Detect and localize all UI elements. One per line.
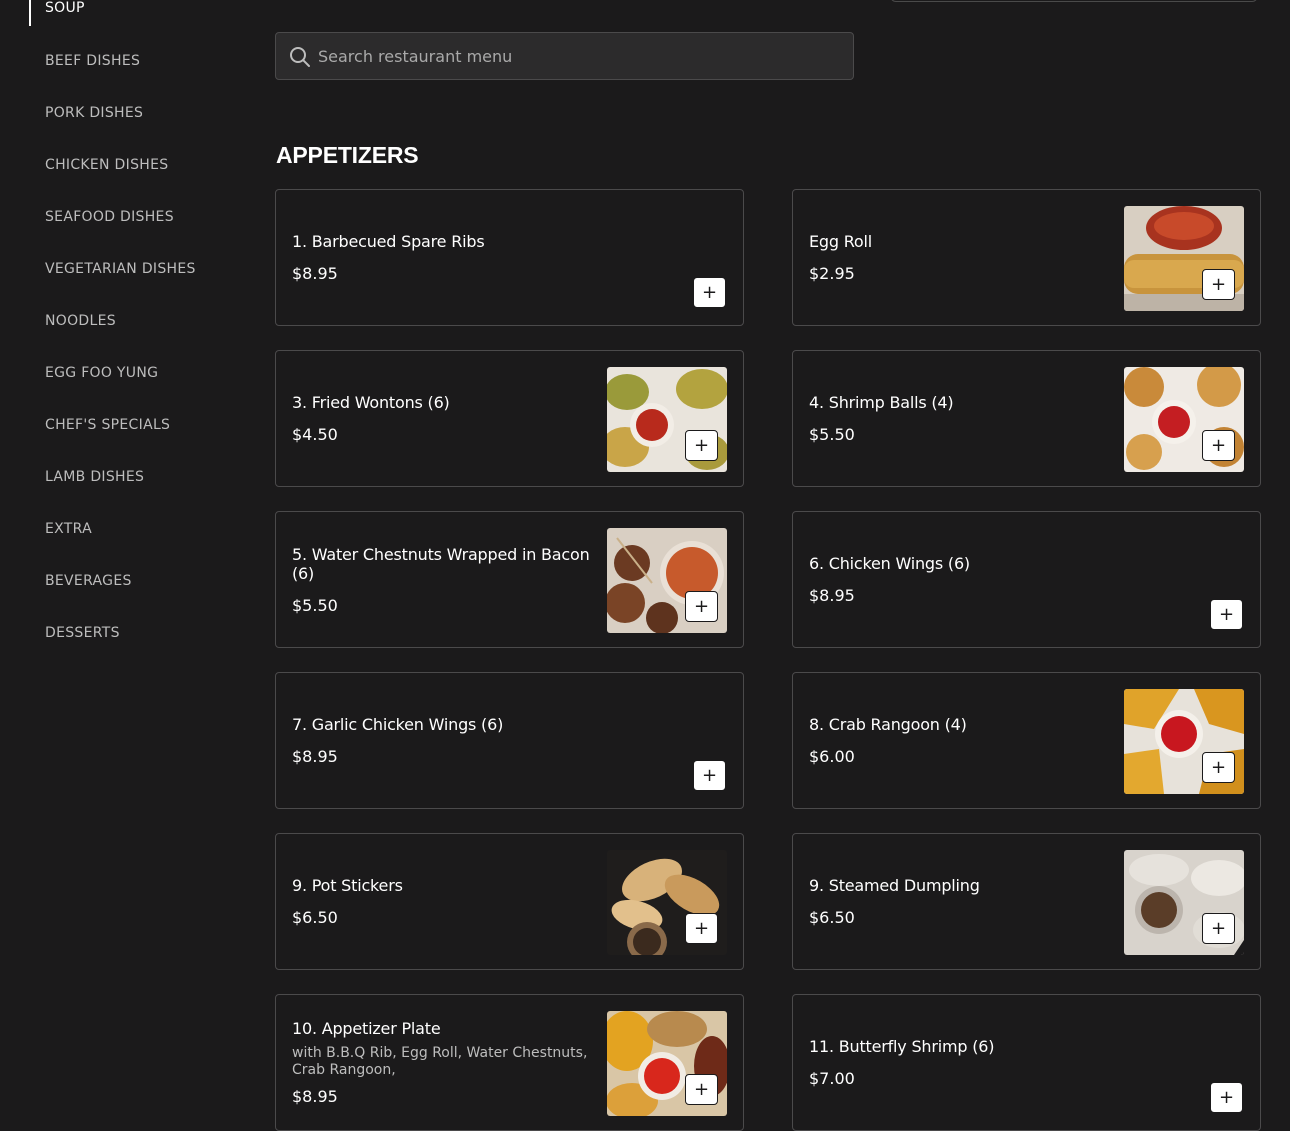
add-item-button[interactable]: +: [693, 760, 726, 791]
search-box: [275, 32, 854, 80]
menu-item-card[interactable]: 3. Fried Wontons (6) $4.50 +: [275, 350, 744, 487]
add-item-button[interactable]: +: [685, 430, 718, 461]
menu-item-card[interactable]: Egg Roll $2.95 +: [792, 189, 1261, 326]
sidebar-item-egg-foo-yung[interactable]: EGG FOO YUNG: [45, 365, 158, 381]
menu-item-info: 1. Barbecued Spare Ribs $8.95: [292, 190, 712, 325]
menu-item-name: 1. Barbecued Spare Ribs: [292, 232, 485, 251]
menu-item-info: 11. Butterfly Shrimp (6) $7.00: [809, 995, 1229, 1130]
menu-item-card[interactable]: 7. Garlic Chicken Wings (6) $8.95 +: [275, 672, 744, 809]
menu-item-name: 3. Fried Wontons (6): [292, 393, 450, 412]
menu-item-price: $6.50: [809, 908, 855, 927]
menu-item-info: 3. Fried Wontons (6) $4.50: [292, 351, 592, 486]
menu-item-card[interactable]: 4. Shrimp Balls (4) $5.50 +: [792, 350, 1261, 487]
sidebar-item-chefs-specials[interactable]: CHEF'S SPECIALS: [45, 417, 170, 433]
menu-item-info: 4. Shrimp Balls (4) $5.50: [809, 351, 1109, 486]
add-item-button[interactable]: +: [685, 1074, 718, 1105]
menu-item-name: 9. Pot Stickers: [292, 876, 403, 895]
sidebar-item-extra[interactable]: EXTRA: [45, 521, 92, 537]
menu-item-price: $8.95: [809, 586, 855, 605]
menu-item-name: 4. Shrimp Balls (4): [809, 393, 954, 412]
menu-item-name: 11. Butterfly Shrimp (6): [809, 1037, 995, 1056]
menu-item-info: 9. Steamed Dumpling $6.50: [809, 834, 1109, 969]
sidebar-item-desserts[interactable]: DESSERTS: [45, 625, 120, 641]
sidebar-item-lamb-dishes[interactable]: LAMB DISHES: [45, 469, 144, 485]
menu-item-description: with B.B.Q Rib, Egg Roll, Water Chestnut…: [292, 1045, 588, 1078]
menu-item-info: 9. Pot Stickers $6.50: [292, 834, 592, 969]
search-input[interactable]: [318, 33, 843, 79]
menu-item-info: 7. Garlic Chicken Wings (6) $8.95: [292, 673, 712, 808]
add-item-button[interactable]: +: [1202, 913, 1235, 944]
search-icon: [290, 47, 310, 67]
add-item-button[interactable]: +: [1202, 752, 1235, 783]
menu-item-card[interactable]: 11. Butterfly Shrimp (6) $7.00 +: [792, 994, 1261, 1131]
menu-item-price: $8.95: [292, 1087, 338, 1106]
section-title: APPETIZERS: [276, 142, 419, 168]
menu-item-info: Egg Roll $2.95: [809, 190, 1109, 325]
menu-item-price: $2.95: [809, 264, 855, 283]
sidebar-item-soup[interactable]: SOUP: [45, 0, 85, 16]
sidebar-item-beverages[interactable]: BEVERAGES: [45, 573, 132, 589]
add-item-button[interactable]: +: [1202, 430, 1235, 461]
sidebar-item-pork-dishes[interactable]: PORK DISHES: [45, 105, 143, 121]
menu-item-price: $5.50: [292, 595, 338, 615]
menu-item-info: 6. Chicken Wings (6) $8.95: [809, 512, 1229, 647]
menu-item-price: $6.50: [292, 908, 338, 927]
sidebar-item-chicken-dishes[interactable]: CHICKEN DISHES: [45, 157, 168, 173]
sidebar-item-noodles[interactable]: NOODLES: [45, 313, 116, 329]
sidebar-item-seafood-dishes[interactable]: SEAFOOD DISHES: [45, 209, 174, 225]
menu-item-price: $5.50: [809, 425, 855, 444]
add-item-button[interactable]: +: [1202, 269, 1235, 300]
add-item-button[interactable]: +: [685, 913, 718, 944]
menu-item-name: 6. Chicken Wings (6): [809, 554, 970, 573]
sidebar-item-beef-dishes[interactable]: BEEF DISHES: [45, 53, 140, 69]
menu-item-name: 7. Garlic Chicken Wings (6): [292, 715, 504, 734]
add-item-button[interactable]: +: [685, 591, 718, 622]
menu-item-price: $7.00: [809, 1069, 855, 1088]
menu-item-card[interactable]: 9. Steamed Dumpling $6.50 +: [792, 833, 1261, 970]
add-item-button[interactable]: +: [693, 277, 726, 308]
menu-item-card[interactable]: 1. Barbecued Spare Ribs $8.95 +: [275, 189, 744, 326]
menu-item-card[interactable]: 8. Crab Rangoon (4) $6.00 +: [792, 672, 1261, 809]
add-item-button[interactable]: +: [1210, 599, 1243, 630]
menu-item-name: 9. Steamed Dumpling: [809, 876, 980, 895]
active-indicator: [29, 0, 31, 26]
menu-item-card[interactable]: 5. Water Chestnuts Wrapped in Bacon (6) …: [275, 511, 744, 648]
menu-item-name: 8. Crab Rangoon (4): [809, 715, 967, 734]
sidebar-item-vegetarian-dishes[interactable]: VEGETARIAN DISHES: [45, 261, 196, 277]
menu-item-price: $8.95: [292, 747, 338, 766]
add-item-button[interactable]: +: [1210, 1082, 1243, 1113]
menu-item-name: 10. Appetizer Plate: [292, 1019, 441, 1038]
menu-item-info: 8. Crab Rangoon (4) $6.00: [809, 673, 1109, 808]
menu-item-info: 10. Appetizer Plate with B.B.Q Rib, Egg …: [292, 995, 597, 1130]
menu-item-card[interactable]: 9. Pot Stickers $6.50 +: [275, 833, 744, 970]
menu-item-price: $8.95: [292, 264, 338, 283]
category-sidebar: SOUP BEEF DISHES PORK DISHES CHICKEN DIS…: [0, 0, 240, 1118]
menu-item-name: 5. Water Chestnuts Wrapped in Bacon (6): [292, 544, 590, 583]
top-dropdown[interactable]: [890, 0, 1258, 2]
menu-item-price: $4.50: [292, 425, 338, 444]
menu-item-card[interactable]: 10. Appetizer Plate with B.B.Q Rib, Egg …: [275, 994, 744, 1131]
menu-item-price: $6.00: [809, 747, 855, 766]
menu-item-name: Egg Roll: [809, 232, 872, 251]
menu-item-card[interactable]: 6. Chicken Wings (6) $8.95 +: [792, 511, 1261, 648]
menu-item-info: 5. Water Chestnuts Wrapped in Bacon (6) …: [292, 512, 602, 647]
